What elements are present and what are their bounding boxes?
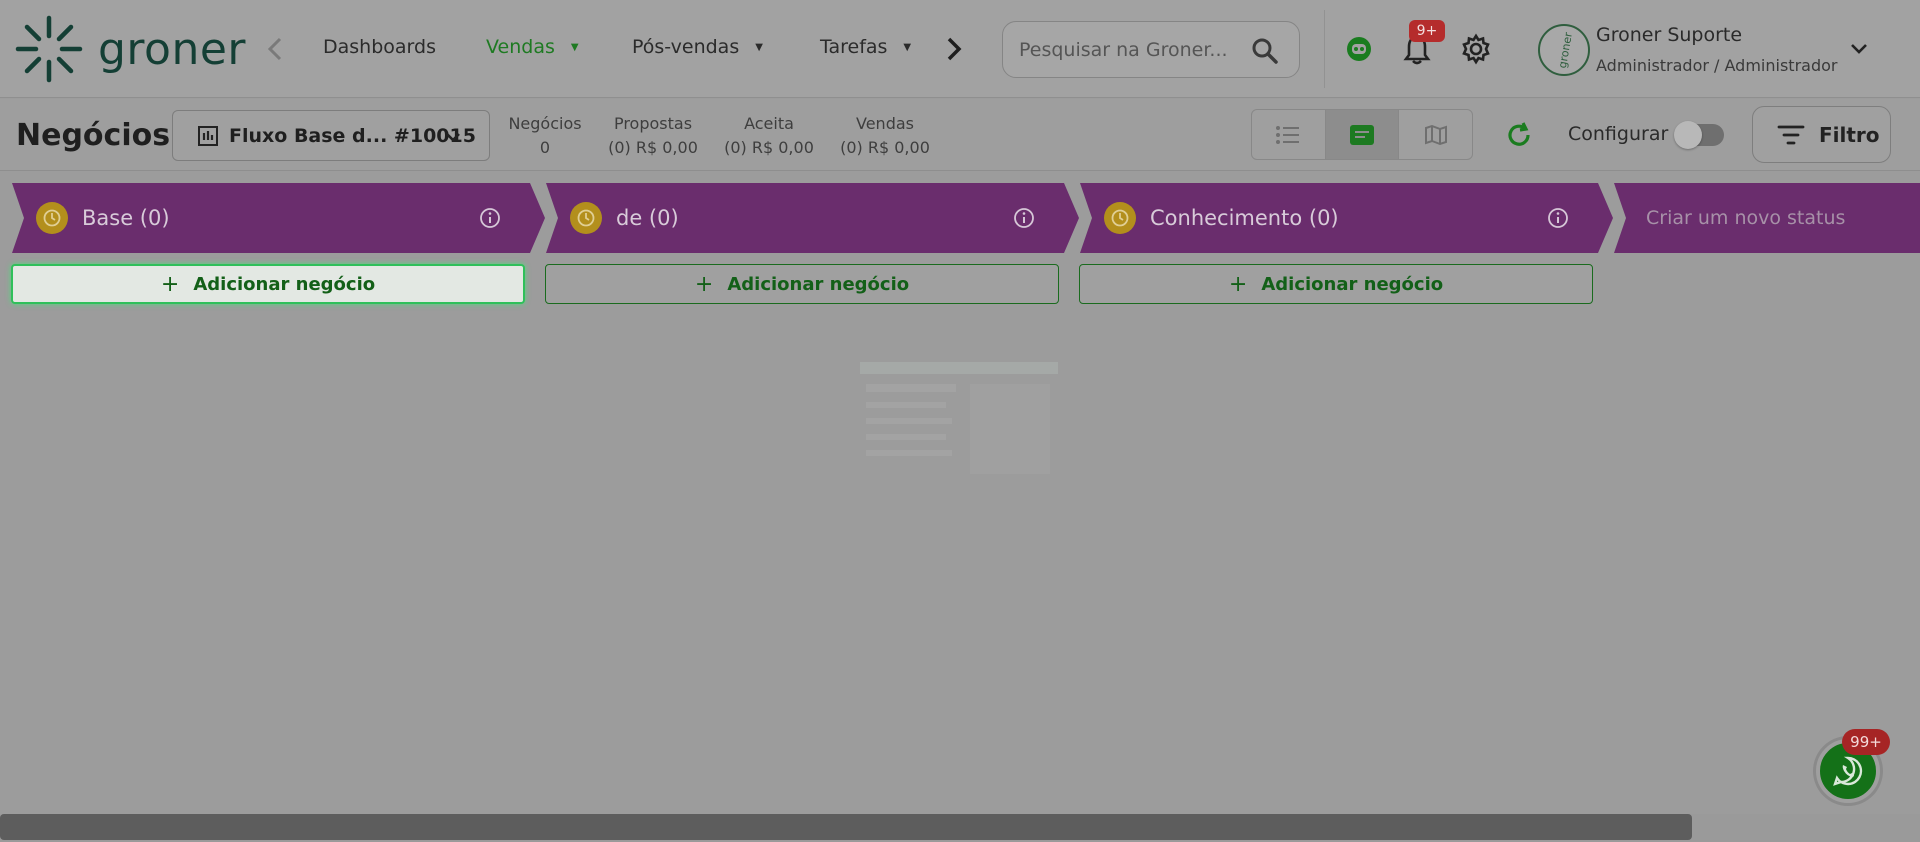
configure-label: Configurar [1568, 123, 1669, 145]
whatsapp-icon [1833, 756, 1863, 786]
stat-label: Aceita [744, 114, 794, 133]
nav-item-vendas[interactable]: Vendas ▼ [486, 36, 579, 58]
new-status-label: Criar um novo status [1646, 207, 1846, 229]
user-role: Administrador / Administrador [1596, 56, 1838, 75]
column-header-conhecimento: Conhecimento (0) [1080, 183, 1613, 253]
plus-icon: + [1228, 271, 1248, 297]
info-icon[interactable] [479, 207, 501, 229]
chevron-right-icon [947, 37, 962, 61]
plus-icon: + [694, 271, 714, 297]
nav-item-label: Pós-vendas [632, 36, 740, 58]
add-deal-label: Adicionar negócio [193, 273, 376, 295]
caret-down-icon: ▼ [755, 41, 763, 53]
nav-item-label: Dashboards [323, 36, 436, 58]
avatar-image: groner [1556, 31, 1575, 69]
avatar[interactable]: groner [1538, 24, 1590, 76]
search-box[interactable] [1002, 21, 1300, 78]
chevron-down-icon [1851, 44, 1867, 54]
info-icon[interactable] [1547, 207, 1569, 229]
toggle-knob [1674, 121, 1702, 149]
configure-toggle[interactable] [1674, 121, 1724, 149]
flow-select-value: Fluxo Base d... #10015 [229, 124, 476, 147]
add-deal-label: Adicionar negócio [727, 273, 910, 295]
loading-placeholder [860, 362, 1058, 474]
stat-propostas: Propostas (0) R$ 0,00 [600, 112, 706, 160]
add-deal-button[interactable]: + Adicionar negócio [11, 264, 525, 304]
refresh-button[interactable] [1504, 120, 1534, 154]
notifications-badge: 9+ [1409, 20, 1445, 42]
column-title: de (0) [616, 206, 679, 230]
clock-icon [570, 202, 602, 234]
list-view-button[interactable] [1252, 110, 1326, 159]
nav-item-dashboards[interactable]: Dashboards [323, 36, 436, 58]
caret-down-icon: ▼ [903, 41, 912, 53]
stat-vendas: Vendas (0) R$ 0,00 [832, 112, 938, 160]
filter-label: Filtro [1819, 122, 1880, 147]
view-switcher [1251, 109, 1473, 160]
chevron-down-icon [446, 133, 460, 142]
nav-item-pos-vendas[interactable]: Pós-vendas ▼ [632, 36, 763, 58]
plus-icon: + [160, 271, 180, 297]
bar-chart-icon [198, 125, 218, 146]
brand-name: groner [98, 23, 247, 75]
stat-negocios: Negócios 0 [506, 112, 584, 160]
horizontal-scrollbar[interactable] [0, 814, 1692, 840]
kanban-view-button[interactable] [1325, 110, 1400, 159]
whatsapp-badge: 99+ [1842, 729, 1890, 755]
search-icon[interactable] [1251, 37, 1279, 65]
stat-value: (0) R$ 0,00 [608, 138, 698, 157]
stat-label: Negócios [508, 114, 582, 133]
settings-button[interactable] [1458, 31, 1494, 67]
column-title: Conhecimento (0) [1150, 206, 1339, 230]
column-header-base: Base (0) [12, 183, 545, 253]
user-menu-toggle[interactable] [1848, 38, 1870, 64]
map-view-button[interactable] [1399, 110, 1472, 159]
add-deal-button[interactable]: + Adicionar negócio [1079, 264, 1593, 304]
svg-text:groner: groner [1556, 31, 1575, 69]
map-icon [1424, 124, 1447, 145]
nav-item-label: Vendas [486, 36, 555, 58]
flow-select[interactable]: Fluxo Base d... #10015 [172, 110, 490, 161]
card-view-icon [1350, 124, 1374, 145]
page-title: Negócios [16, 118, 171, 153]
nav-next-button[interactable] [940, 34, 968, 64]
groner-logo[interactable]: groner [14, 14, 246, 84]
chevron-left-icon [267, 37, 282, 61]
support-bot-icon [1347, 37, 1371, 61]
stat-aceita: Aceita (0) R$ 0,00 [716, 112, 822, 160]
user-name: Groner Suporte [1596, 24, 1743, 46]
info-icon[interactable] [1013, 207, 1035, 229]
column-title: Base (0) [82, 206, 170, 230]
refresh-icon [1508, 122, 1530, 146]
groner-logo-icon [15, 15, 83, 83]
column-header-de: de (0) [546, 183, 1079, 253]
support-button[interactable] [1342, 32, 1376, 66]
caret-down-icon: ▼ [570, 41, 579, 53]
new-status-column[interactable]: Criar um novo status [1614, 183, 1920, 253]
search-input[interactable] [1019, 38, 1249, 61]
stat-value: (0) R$ 0,00 [840, 138, 930, 157]
add-deal-label: Adicionar negócio [1261, 273, 1444, 295]
clock-icon [1104, 202, 1136, 234]
gear-icon [1462, 33, 1490, 65]
stat-label: Vendas [856, 114, 914, 133]
nav-item-label: Tarefas [820, 36, 888, 58]
nav-prev-button[interactable] [262, 34, 288, 64]
list-icon [1276, 125, 1300, 144]
nav-item-tarefas[interactable]: Tarefas ▼ [820, 36, 911, 58]
filter-button[interactable]: Filtro [1752, 106, 1891, 163]
clock-icon [36, 202, 68, 234]
stat-value: 0 [539, 138, 551, 157]
header-divider [1324, 10, 1325, 88]
stat-label: Propostas [613, 114, 693, 133]
filter-icon [1777, 125, 1805, 144]
stat-value: (0) R$ 0,00 [724, 138, 814, 157]
add-deal-button[interactable]: + Adicionar negócio [545, 264, 1059, 304]
